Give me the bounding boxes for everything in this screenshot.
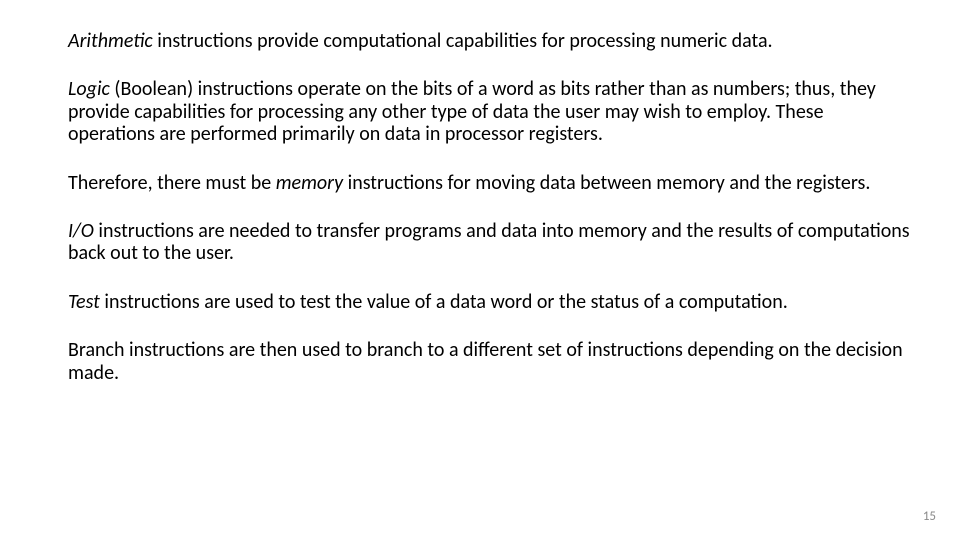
paragraph-branch: Branch instructions are then used to bra… xyxy=(68,339,912,384)
paragraph-logic: Logic (Boolean) instructions operate on … xyxy=(68,78,912,145)
term-test: Test xyxy=(68,290,100,314)
term-io: I/O xyxy=(68,219,94,243)
text-io: instructions are needed to transfer prog… xyxy=(68,219,910,265)
term-memory: memory xyxy=(276,171,343,195)
text-memory-rest: instructions for moving data between mem… xyxy=(343,171,870,195)
term-logic: Logic xyxy=(68,77,110,101)
slide: Arithmetic instructions provide computat… xyxy=(0,0,960,540)
text-test: instructions are used to test the value … xyxy=(100,290,788,314)
text-memory-pre: Therefore, there must be xyxy=(68,171,276,195)
term-arithmetic: Arithmetic xyxy=(68,29,153,53)
text-logic: (Boolean) instructions operate on the bi… xyxy=(68,77,876,146)
paragraph-memory: Therefore, there must be memory instruct… xyxy=(68,172,912,194)
paragraph-arithmetic: Arithmetic instructions provide computat… xyxy=(68,30,912,52)
paragraph-io: I/O instructions are needed to transfer … xyxy=(68,220,912,265)
text-arithmetic: instructions provide computational capab… xyxy=(153,29,773,53)
paragraph-test: Test instructions are used to test the v… xyxy=(68,291,912,313)
text-branch: Branch instructions are then used to bra… xyxy=(68,338,903,384)
page-number: 15 xyxy=(923,509,936,524)
